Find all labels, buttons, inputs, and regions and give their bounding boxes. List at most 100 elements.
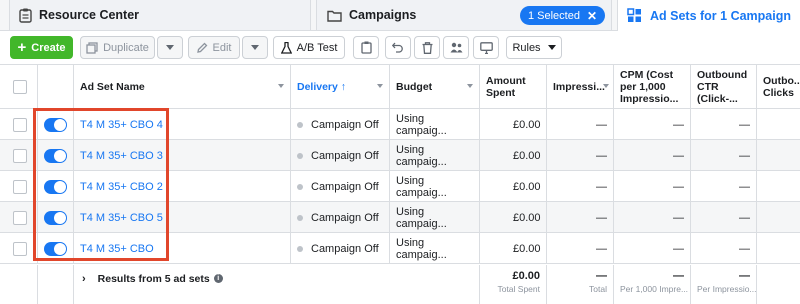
header-select-all[interactable] xyxy=(0,65,38,109)
row-cpm-cell: — xyxy=(614,140,691,171)
row-checkbox[interactable] xyxy=(13,117,27,132)
row-checkbox[interactable] xyxy=(13,179,27,194)
info-icon[interactable]: i xyxy=(213,274,223,283)
row-checkbox[interactable] xyxy=(13,210,27,225)
undo-button[interactable] xyxy=(385,36,411,59)
spent-value: £0.00 xyxy=(513,180,541,193)
pencil-icon xyxy=(196,42,207,53)
ctr-value: — xyxy=(739,118,750,131)
flask-icon xyxy=(280,41,292,54)
audience-button[interactable] xyxy=(443,36,469,59)
row-impressions-cell: — xyxy=(547,171,614,202)
budget-value: Using campaig... xyxy=(396,236,447,261)
row-spent-cell: £0.00 xyxy=(480,140,547,171)
tab-label: Ad Sets for 1 Campaign xyxy=(650,8,791,23)
delivery-status: Campaign Off xyxy=(311,211,379,224)
row-checkbox[interactable] xyxy=(13,148,27,163)
edit-dropdown[interactable] xyxy=(242,36,268,59)
delivery-status: Campaign Off xyxy=(311,149,379,162)
header-delivery-label: Delivery ↑ xyxy=(297,81,347,93)
results-summary-row: › Results from 5 ad sets i £0.00 Total S… xyxy=(0,265,800,304)
cpm-value: — xyxy=(673,211,684,224)
header-amount-spent[interactable]: Amount Spent xyxy=(480,65,547,109)
edit-button[interactable]: Edit xyxy=(188,36,240,59)
header-name-label: Ad Set Name xyxy=(80,81,145,93)
clipboard-button[interactable] xyxy=(353,36,379,59)
close-icon[interactable]: ✕ xyxy=(587,9,597,23)
chevron-down-icon[interactable] xyxy=(603,84,609,88)
selected-badge[interactable]: 1 Selected ✕ xyxy=(519,6,605,25)
row-budget-cell: Using campaig... xyxy=(390,233,480,264)
duplicate-dropdown[interactable] xyxy=(157,36,183,59)
header-budget[interactable]: Budget xyxy=(390,65,480,109)
row-budget-cell: Using campaig... xyxy=(390,109,480,140)
rules-button[interactable]: Rules xyxy=(506,36,562,59)
footer-spacer xyxy=(0,265,38,304)
row-checkbox[interactable] xyxy=(13,241,27,256)
ab-test-button[interactable]: A/B Test xyxy=(273,36,345,59)
header-cpm[interactable]: CPM (Cost per 1,000 Impressio... xyxy=(614,65,691,109)
header-name[interactable]: Ad Set Name xyxy=(74,65,291,109)
cpm-value: — xyxy=(673,180,684,193)
tab-adsets[interactable]: Ad Sets for 1 Campaign xyxy=(617,0,800,31)
header-budget-label: Budget xyxy=(396,81,433,93)
results-summary[interactable]: › Results from 5 ad sets i xyxy=(74,265,480,304)
row-spent-cell: £0.00 xyxy=(480,171,547,202)
preview-icon xyxy=(479,41,493,54)
footer-impressions: — Total xyxy=(547,265,614,304)
header-outbound-clicks[interactable]: Outbo... Clicks xyxy=(757,65,800,109)
plus-icon: + xyxy=(17,39,27,56)
header-delivery[interactable]: Delivery ↑ xyxy=(291,65,390,109)
spent-value: £0.00 xyxy=(513,149,541,162)
preview-button[interactable] xyxy=(473,36,499,59)
ctr-value: — xyxy=(739,180,750,193)
row-spent-cell: £0.00 xyxy=(480,109,547,140)
impressions-value: — xyxy=(596,180,607,193)
chevron-down-icon xyxy=(166,45,174,50)
row-cpm-cell: — xyxy=(614,109,691,140)
undo-icon xyxy=(392,42,403,53)
tab-resource-center[interactable]: Resource Center xyxy=(9,0,311,31)
impressions-value: — xyxy=(596,118,607,131)
chevron-down-icon[interactable] xyxy=(278,84,284,88)
header-outbound-ctr[interactable]: Outbound CTR (Click-... xyxy=(691,65,757,109)
impressions-value: — xyxy=(596,211,607,224)
grid-icon xyxy=(627,8,641,22)
footer-clicks xyxy=(757,265,800,304)
status-dot xyxy=(297,214,303,221)
ctr-value: — xyxy=(739,242,750,255)
header-outbound-ctr-label: Outbound CTR (Click-... xyxy=(697,69,748,105)
create-button[interactable]: + Create xyxy=(10,36,73,59)
chevron-down-icon[interactable] xyxy=(467,84,473,88)
folder-icon xyxy=(327,10,342,22)
header-amount-spent-label: Amount Spent xyxy=(486,75,526,99)
total-spent-label: Total Spent xyxy=(497,284,540,294)
row-ctr-cell: — xyxy=(691,140,757,171)
header-impressions[interactable]: Impressi... xyxy=(547,65,614,109)
chevron-right-icon[interactable]: › xyxy=(82,273,86,285)
row-ctr-cell: — xyxy=(691,202,757,233)
total-impressions-label: Total xyxy=(589,284,607,294)
header-outbound-clicks-label: Outbo... Clicks xyxy=(763,75,800,99)
delete-button[interactable] xyxy=(414,36,440,59)
spent-value: £0.00 xyxy=(513,118,541,131)
footer-ctr: — Per Impressio... xyxy=(691,265,757,304)
row-delivery-cell: Campaign Off xyxy=(291,140,390,171)
duplicate-button[interactable]: Duplicate xyxy=(80,36,155,59)
chevron-down-icon[interactable] xyxy=(377,84,383,88)
tab-campaigns[interactable]: Campaigns 1 Selected ✕ xyxy=(316,0,612,31)
row-ctr-cell: — xyxy=(691,171,757,202)
row-spent-cell: £0.00 xyxy=(480,233,547,264)
select-all-checkbox[interactable] xyxy=(13,80,27,94)
duplicate-label: Duplicate xyxy=(103,41,149,54)
clipboard-icon xyxy=(360,41,372,54)
row-delivery-cell: Campaign Off xyxy=(291,109,390,140)
table-header: Ad Set Name Delivery ↑ Budget Amount Spe… xyxy=(0,65,800,109)
create-label: Create xyxy=(31,41,66,54)
budget-value: Using campaig... xyxy=(396,205,447,230)
people-icon xyxy=(450,42,462,53)
impressions-value: — xyxy=(596,149,607,162)
row-delivery-cell: Campaign Off xyxy=(291,171,390,202)
row-budget-cell: Using campaig... xyxy=(390,202,480,233)
total-ctr-label: Per Impressio... xyxy=(697,284,757,294)
